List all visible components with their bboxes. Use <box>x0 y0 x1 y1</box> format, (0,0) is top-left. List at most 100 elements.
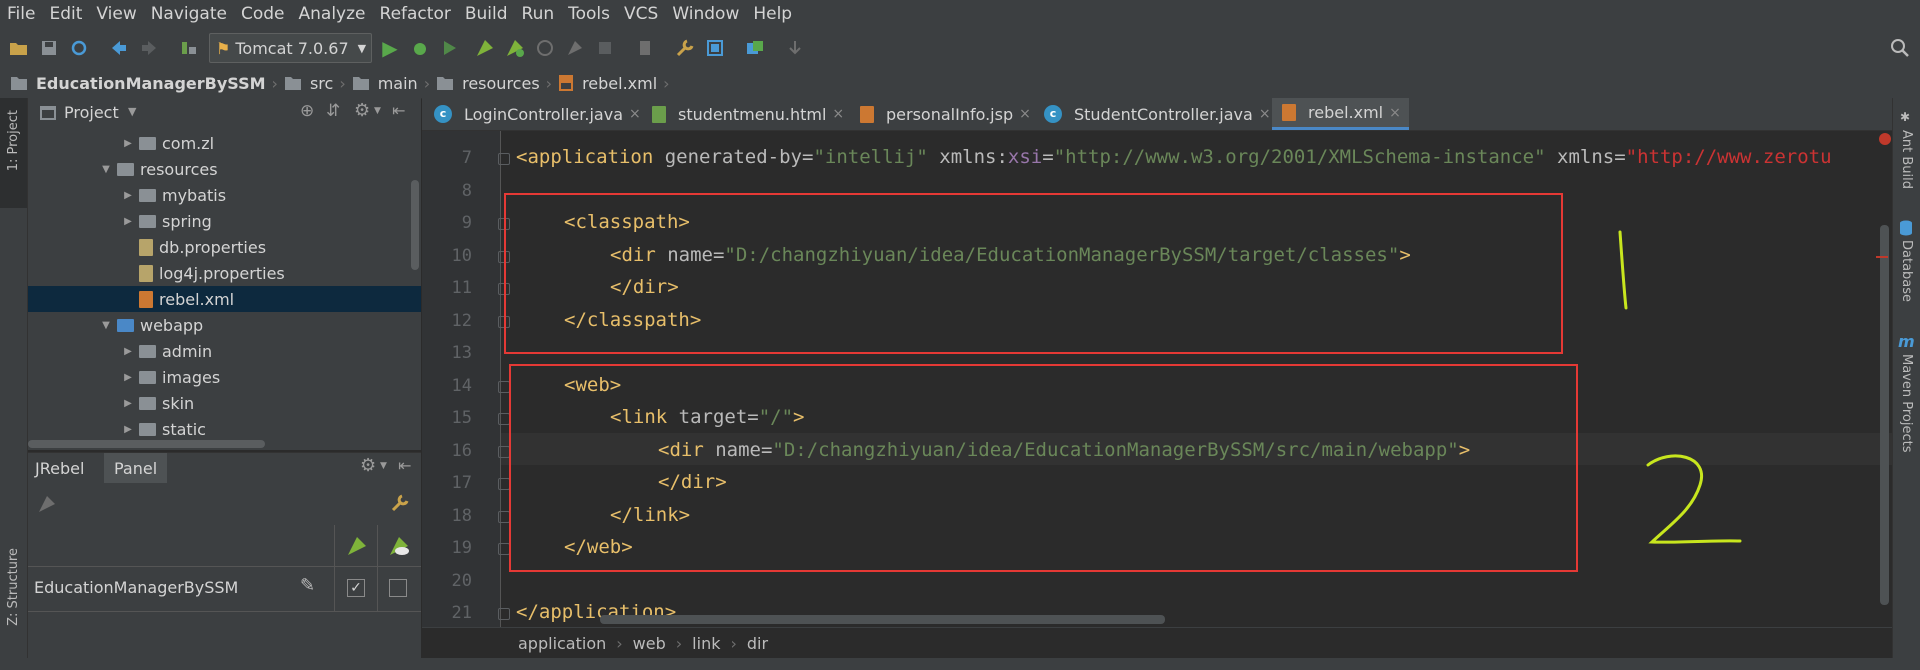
open-folder-icon[interactable] <box>7 36 31 60</box>
jrebel-icon[interactable] <box>38 495 56 513</box>
tree-item-mybatis[interactable]: ▶ mybatis <box>28 182 421 208</box>
sdk-icon[interactable] <box>743 36 767 60</box>
save-icon[interactable] <box>37 36 61 60</box>
project-structure-icon[interactable] <box>703 36 727 60</box>
breadcrumb-main[interactable]: main › <box>352 74 436 93</box>
jrebel-enabled-checkbox[interactable]: ✓ <box>347 579 365 597</box>
profiler-icon[interactable] <box>533 36 557 60</box>
expand-arrow-icon[interactable]: ▶ <box>121 424 135 435</box>
menu-run[interactable]: Run <box>515 0 562 28</box>
gear-chevron-icon[interactable]: ▼ <box>374 106 381 116</box>
tree-item-db-properties[interactable]: db.properties <box>28 234 421 260</box>
fold-marker-icon[interactable] <box>498 153 510 165</box>
menu-help[interactable]: Help <box>746 0 799 28</box>
editor-breadcrumb-dir[interactable]: dir <box>747 634 768 653</box>
chevron-down-icon[interactable]: ▼ <box>128 105 136 118</box>
debug-icon[interactable] <box>408 36 432 60</box>
sync-icon[interactable] <box>67 36 91 60</box>
tree-item-com-zl[interactable]: ▶ com.zl <box>28 130 421 156</box>
remote-enabled-checkbox[interactable] <box>389 579 407 597</box>
tree-item-admin[interactable]: ▶ admin <box>28 338 421 364</box>
close-icon[interactable]: × <box>629 106 641 122</box>
breadcrumb-src[interactable]: src › <box>284 74 352 93</box>
tree-item-webapp[interactable]: ▼ webapp <box>28 312 421 338</box>
hide-panel-icon[interactable]: ⇤ <box>392 101 405 120</box>
expand-arrow-icon[interactable]: ▶ <box>121 346 135 357</box>
menu-tools[interactable]: Tools <box>561 0 617 28</box>
menu-navigate[interactable]: Navigate <box>144 0 234 28</box>
database-tab[interactable]: Database <box>1899 240 1914 302</box>
vcs-icon[interactable] <box>633 36 657 60</box>
maven-projects-tab[interactable]: Maven Projects <box>1899 354 1914 453</box>
tree-item-images[interactable]: ▶ images <box>28 364 421 390</box>
collapse-all-icon[interactable]: ⇵ <box>326 101 340 121</box>
gear-icon[interactable]: ⚙ <box>360 455 376 476</box>
gear-chevron-icon[interactable]: ▼ <box>380 461 387 471</box>
project-tree-scrollbar[interactable] <box>28 440 265 448</box>
error-indicator-icon[interactable] <box>1879 133 1891 145</box>
project-tool-tab[interactable]: 1: Project <box>6 110 21 171</box>
back-icon[interactable] <box>107 36 131 60</box>
editor-breadcrumb-web[interactable]: web <box>633 634 666 653</box>
breadcrumb-file[interactable]: rebel.xml › <box>558 74 676 93</box>
jrebel-run-icon[interactable] <box>473 36 497 60</box>
menu-build[interactable]: Build <box>458 0 515 28</box>
settings-wrench-icon[interactable] <box>673 36 697 60</box>
expand-arrow-icon[interactable]: ▶ <box>121 138 135 149</box>
ant-build-tab[interactable]: Ant Build <box>1899 130 1914 189</box>
collapse-arrow-icon[interactable]: ▼ <box>99 164 113 175</box>
breadcrumb-project[interactable]: EducationManagerBySSM › <box>10 74 284 93</box>
tab-personal-info[interactable]: personalInfo.jsp × <box>856 98 1031 130</box>
coverage-icon[interactable] <box>438 36 462 60</box>
table-row[interactable]: EducationManagerBySSM ✎ ✓ <box>28 567 421 612</box>
error-stripe-marker[interactable] <box>1876 256 1888 258</box>
editor-horizontal-scrollbar[interactable] <box>600 615 1165 624</box>
expand-arrow-icon[interactable]: ▶ <box>121 372 135 383</box>
fold-marker-icon[interactable] <box>498 608 510 620</box>
menu-code[interactable]: Code <box>234 0 292 28</box>
download-icon[interactable] <box>783 36 807 60</box>
close-icon[interactable]: × <box>1389 105 1401 121</box>
menu-window[interactable]: Window <box>665 0 746 28</box>
jrebel-disabled-icon[interactable] <box>563 36 587 60</box>
tab-student-controller[interactable]: c StudentController.java × <box>1044 98 1271 130</box>
menu-view[interactable]: View <box>89 0 143 28</box>
expand-arrow-icon[interactable]: ▶ <box>121 190 135 201</box>
locate-icon[interactable]: ⊕ <box>300 101 314 121</box>
jrebel-debug-icon[interactable] <box>503 36 527 60</box>
expand-arrow-icon[interactable]: ▶ <box>121 216 135 227</box>
breadcrumb-resources[interactable]: resources › <box>436 74 558 93</box>
edit-pencil-icon[interactable]: ✎ <box>300 575 315 596</box>
menu-refactor[interactable]: Refactor <box>373 0 458 28</box>
run-icon[interactable]: ▶ <box>378 36 402 60</box>
tree-item-static[interactable]: ▶ static <box>28 416 421 442</box>
close-icon[interactable]: × <box>1259 106 1271 122</box>
build-project-icon[interactable] <box>177 36 201 60</box>
remote-column-icon[interactable] <box>388 535 410 557</box>
tree-item-rebel-xml[interactable]: rebel.xml <box>28 286 421 312</box>
stop-icon[interactable] <box>593 36 617 60</box>
gear-icon[interactable]: ⚙ <box>354 100 370 121</box>
close-icon[interactable]: × <box>832 106 844 122</box>
editor-breadcrumb-application[interactable]: application <box>518 634 606 653</box>
jrebel-tab[interactable]: JRebel <box>35 459 84 478</box>
project-panel-title[interactable]: Project <box>64 103 119 122</box>
menu-vcs[interactable]: VCS <box>617 0 665 28</box>
tree-item-skin[interactable]: ▶ skin <box>28 390 421 416</box>
structure-tool-tab[interactable]: Z: Structure <box>6 548 21 626</box>
wrench-settings-icon[interactable] <box>390 493 410 513</box>
hide-panel-icon[interactable]: ⇤ <box>398 456 411 475</box>
menu-file[interactable]: File <box>0 0 42 28</box>
tree-item-log4j-properties[interactable]: log4j.properties <box>28 260 421 286</box>
menu-edit[interactable]: Edit <box>42 0 89 28</box>
expand-arrow-icon[interactable]: ▶ <box>121 398 135 409</box>
menu-analyze[interactable]: Analyze <box>292 0 373 28</box>
tab-rebel-xml[interactable]: rebel.xml × <box>1272 98 1409 130</box>
panel-tab[interactable]: Panel <box>104 453 168 483</box>
project-tree-vscrollbar[interactable] <box>411 180 419 270</box>
search-icon[interactable] <box>1888 36 1912 60</box>
tab-studentmenu[interactable]: studentmenu.html × <box>648 98 844 130</box>
collapse-arrow-icon[interactable]: ▼ <box>99 320 113 331</box>
tree-item-resources[interactable]: ▼ resources <box>28 156 421 182</box>
run-configuration-select[interactable]: ⚑ Tomcat 7.0.67 ▼ <box>209 33 372 63</box>
